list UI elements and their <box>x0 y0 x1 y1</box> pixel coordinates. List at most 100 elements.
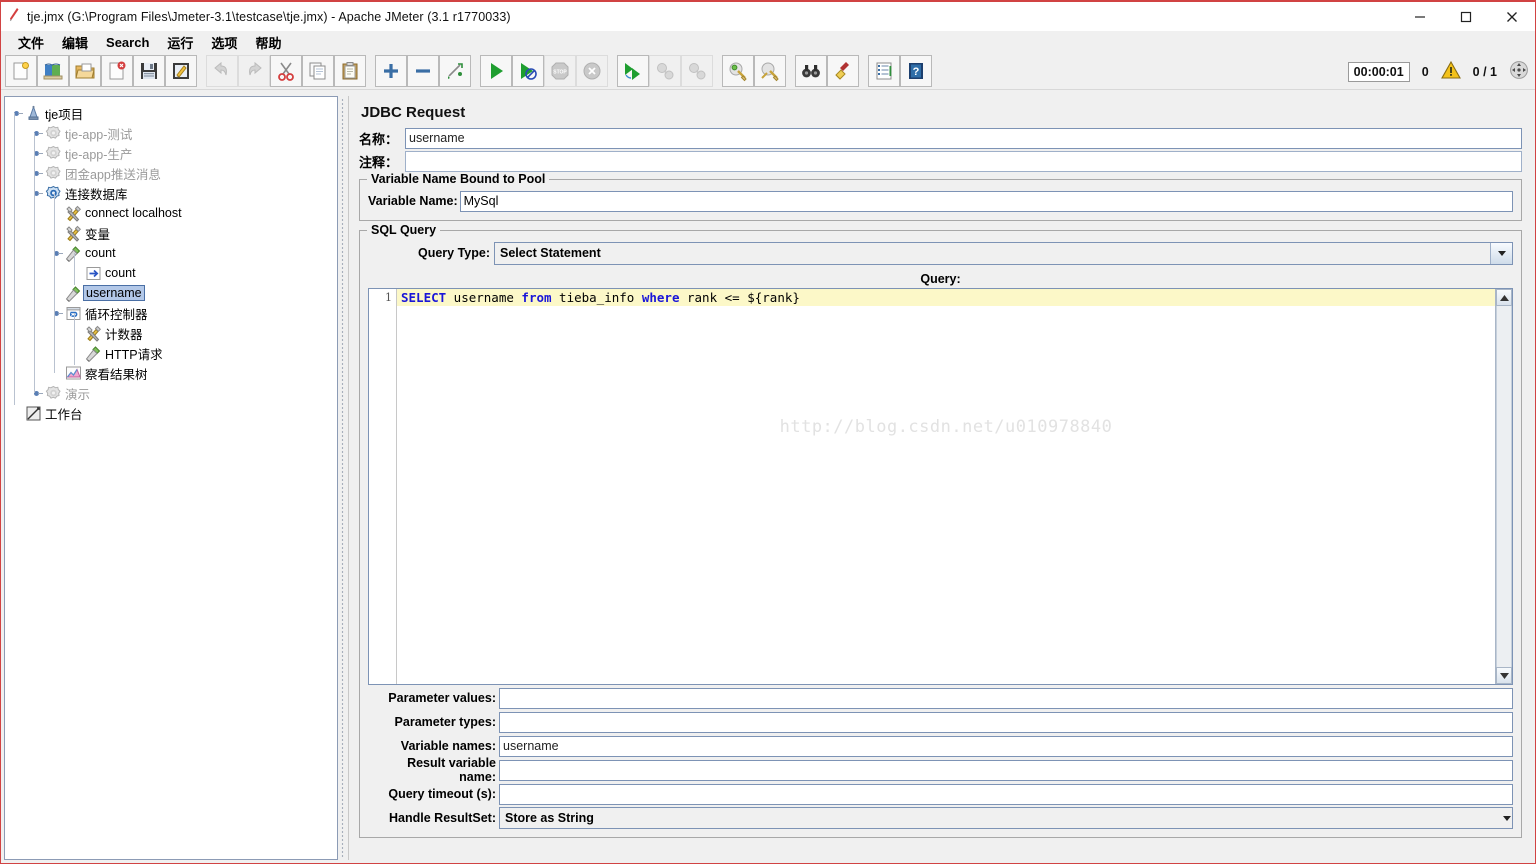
svg-text:?: ? <box>913 66 920 78</box>
tree-node[interactable]: 计数器 <box>9 323 337 343</box>
tree-node-label: tje-app-测试 <box>65 127 133 142</box>
start-no-pauses-icon[interactable] <box>512 55 544 87</box>
query-type-combo[interactable]: Select Statement <box>494 241 1513 265</box>
variable-name-input[interactable]: MySql <box>459 190 1513 212</box>
thread-group-icon <box>44 184 62 202</box>
parameter-field-row: Result variable name: <box>368 756 1513 784</box>
tree-node[interactable]: count <box>9 243 337 263</box>
expand-all-icon[interactable] <box>375 55 407 87</box>
field-label: Query timeout (s): <box>388 787 496 801</box>
toolbar-status: 00:00:01 0 0 / 1 <box>1347 53 1529 90</box>
parameter-field-row: Handle ResultSet: Store as String <box>368 807 1513 829</box>
tree-node[interactable]: tje项目 <box>9 103 337 123</box>
parameter-values-input[interactable] <box>499 687 1513 709</box>
tree-node[interactable]: 连接数据库 <box>9 183 337 203</box>
clear-icon[interactable] <box>722 55 754 87</box>
tree-node-label: HTTP请求 <box>105 347 163 362</box>
save-icon[interactable] <box>133 55 165 87</box>
tree-node-label: count <box>85 246 116 260</box>
sql-query-editor[interactable]: 1 SELECT username from tieba_info where … <box>368 288 1513 685</box>
copy-icon[interactable] <box>302 55 334 87</box>
menu-run[interactable]: 运行 <box>158 31 202 54</box>
editor-vertical-scrollbar[interactable] <box>1495 289 1512 684</box>
panel-splitter[interactable] <box>338 94 348 862</box>
expand-indicator-icon[interactable] <box>1509 60 1529 83</box>
chevron-down-icon[interactable] <box>1502 811 1512 825</box>
field-label: Variable names: <box>400 739 496 753</box>
scroll-up-button[interactable] <box>1496 289 1512 306</box>
cut-icon[interactable] <box>270 55 302 87</box>
tree-node[interactable]: count <box>9 263 337 283</box>
open-folder-icon[interactable] <box>69 55 101 87</box>
tree-node[interactable]: tje-app-测试 <box>9 123 337 143</box>
remote-start-all-icon[interactable] <box>617 55 649 87</box>
paste-icon[interactable] <box>334 55 366 87</box>
reset-search-broom-icon[interactable] <box>827 55 859 87</box>
tree-node-label: 工作台 <box>45 407 83 422</box>
tree-node[interactable]: 察看结果树 <box>9 363 337 383</box>
menu-help[interactable]: 帮助 <box>246 31 290 54</box>
name-input[interactable]: username <box>405 127 1522 149</box>
comment-input[interactable] <box>405 150 1522 172</box>
watermark-text: http://blog.csdn.net/u010978840 <box>779 417 1113 437</box>
parameter-field-row: Query timeout (s): <box>368 783 1513 805</box>
window-title: tje.jmx (G:\Program Files\Jmeter-3.1\tes… <box>27 9 511 24</box>
start-icon[interactable] <box>480 55 512 87</box>
minimize-button[interactable] <box>1397 2 1443 31</box>
tree-node[interactable]: HTTP请求 <box>9 343 337 363</box>
toolbar-group-run: STOP <box>480 55 608 87</box>
toggle-icon[interactable] <box>439 55 471 87</box>
sql-keyword: where <box>641 290 680 305</box>
sql-code-line[interactable]: SELECT username from tieba_info where ra… <box>397 289 1495 306</box>
maximize-button[interactable] <box>1443 2 1489 31</box>
new-document-icon[interactable] <box>5 55 37 87</box>
menu-search[interactable]: Search <box>97 33 158 52</box>
window-controls <box>1397 2 1535 31</box>
search-binoculars-icon[interactable] <box>795 55 827 87</box>
tree-node-label: 变量 <box>85 227 111 242</box>
thread-group-disabled-icon <box>44 124 62 142</box>
chevron-down-icon[interactable] <box>1490 242 1512 264</box>
save-as-icon[interactable] <box>165 55 197 87</box>
thread-group-disabled-icon <box>44 164 62 182</box>
close-document-icon[interactable] <box>101 55 133 87</box>
collapse-all-icon[interactable] <box>407 55 439 87</box>
templates-icon[interactable] <box>37 55 69 87</box>
tree-node[interactable]: 变量 <box>9 223 337 243</box>
query-type-value: Select Statement <box>500 246 601 260</box>
tree-node-label: 连接数据库 <box>65 187 128 202</box>
result-variable-name-input[interactable] <box>499 759 1513 781</box>
tree-node[interactable]: 演示 <box>9 383 337 403</box>
variable-names-input[interactable]: username <box>499 735 1513 757</box>
help-icon[interactable]: ? <box>900 55 932 87</box>
loop-controller-icon <box>64 304 82 322</box>
line-number-gutter: 1 <box>369 289 397 684</box>
tree-node[interactable]: 团金app推送消息 <box>9 163 337 183</box>
tree-node[interactable]: connect localhost <box>9 203 337 223</box>
elapsed-timer: 00:00:01 <box>1347 61 1410 82</box>
menu-options[interactable]: 选项 <box>202 31 246 54</box>
clear-all-icon[interactable] <box>754 55 786 87</box>
tree-node[interactable]: tje-app-生产 <box>9 143 337 163</box>
tree-guide-line <box>74 253 75 285</box>
menu-file[interactable]: 文件 <box>9 31 53 54</box>
field-label: Result variable name: <box>407 756 496 784</box>
stop-icon: STOP <box>544 55 576 87</box>
sql-code-area[interactable]: SELECT username from tieba_info where ra… <box>397 289 1495 684</box>
function-helper-icon[interactable] <box>868 55 900 87</box>
scrollbar-track[interactable] <box>1496 306 1512 667</box>
close-button[interactable] <box>1489 2 1535 31</box>
parameter-types-input[interactable] <box>499 711 1513 733</box>
test-plan-tree-panel[interactable]: tje项目 tje-app-测试 tje-app-生产 团金app推送消息 连接数据库 c… <box>4 96 338 860</box>
query-timeout-input[interactable] <box>499 783 1513 805</box>
toolbar: STOP ? 00:00:01 0 0 / 1 <box>1 53 1535 90</box>
tree-node[interactable]: 工作台 <box>9 403 337 423</box>
tree-node[interactable]: username <box>9 283 337 303</box>
warning-triangle-icon[interactable] <box>1440 60 1461 82</box>
menu-edit[interactable]: 编辑 <box>53 31 97 54</box>
name-row: 名称： username <box>359 127 1522 149</box>
tree-node[interactable]: 循环控制器 <box>9 303 337 323</box>
jdbc-request-panel: JDBC Request 名称： username 注释： Variable N… <box>348 96 1532 860</box>
scroll-down-button[interactable] <box>1496 667 1512 684</box>
handle-resultset-combo[interactable]: Store as String <box>499 807 1513 829</box>
